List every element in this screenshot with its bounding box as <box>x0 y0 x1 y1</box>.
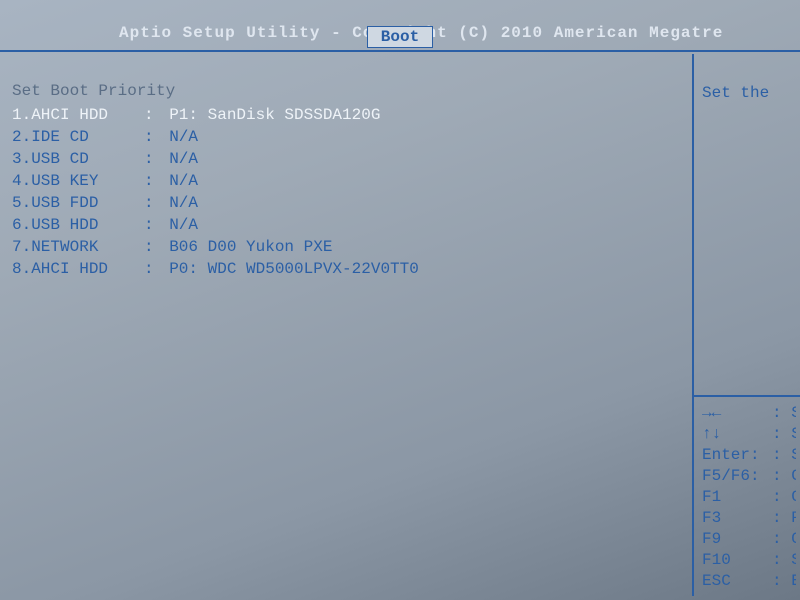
bios-screen: Aptio Setup Utility - Copyright (C) 2010… <box>0 0 800 600</box>
boot-row-label: 4.USB KEY <box>12 170 144 192</box>
separator: : <box>772 508 791 529</box>
side-help-text: Set the <box>694 54 800 104</box>
boot-row-label: 5.USB FDD <box>12 192 144 214</box>
key-name: ESC <box>702 571 772 592</box>
boot-row-label: 6.USB HDD <box>12 214 144 236</box>
separator: : <box>772 487 791 508</box>
separator: : <box>772 529 791 550</box>
boot-row-1[interactable]: 1.AHCI HDD: P1: SanDisk SDSSDA120G <box>12 104 674 126</box>
boot-row-8[interactable]: 8.AHCI HDD: P0: WDC WD5000LPVX-22V0TT0 <box>12 258 674 280</box>
separator: : <box>772 403 791 424</box>
boot-row-label: 8.AHCI HDD <box>12 258 144 280</box>
key-desc: Op <box>791 529 796 550</box>
boot-row-2[interactable]: 2.IDE CD: N/A <box>12 126 674 148</box>
boot-row-6[interactable]: 6.USB HDD: N/A <box>12 214 674 236</box>
separator: : <box>772 466 791 487</box>
separator: : <box>144 126 169 148</box>
boot-row-value: P1: SanDisk SDSSDA120G <box>169 104 380 126</box>
separator: : <box>144 192 169 214</box>
key-name: F10 <box>702 550 772 571</box>
boot-row-7[interactable]: 7.NETWORK: B06 D00 Yukon PXE <box>12 236 674 258</box>
key-legend: →←: S↑↓: SEnter:: SeF5/F6:: ChF1: GeF3: … <box>694 395 800 592</box>
boot-row-label: 7.NETWORK <box>12 236 144 258</box>
main-pane: Set Boot Priority 1.AHCI HDD: P1: SanDis… <box>6 54 686 596</box>
key-desc: Ge <box>791 487 796 508</box>
separator: : <box>772 445 791 466</box>
key-row: F9: Op <box>702 529 796 550</box>
boot-priority-list[interactable]: 1.AHCI HDD: P1: SanDisk SDSSDA120G2.IDE … <box>12 104 674 280</box>
separator: : <box>772 424 791 445</box>
boot-row-value: B06 D00 Yukon PXE <box>169 236 332 258</box>
boot-row-value: N/A <box>169 214 198 236</box>
boot-row-value: P0: WDC WD5000LPVX-22V0TT0 <box>169 258 419 280</box>
key-name: F1 <box>702 487 772 508</box>
boot-row-value: N/A <box>169 192 198 214</box>
key-row: F5/F6:: Ch <box>702 466 796 487</box>
key-name: F3 <box>702 508 772 529</box>
tab-bar: Boot <box>0 26 800 48</box>
boot-row-value: N/A <box>169 148 198 170</box>
key-desc: Se <box>791 445 796 466</box>
key-row: →←: S <box>702 403 796 424</box>
key-name: F9 <box>702 529 772 550</box>
key-row: Enter:: Se <box>702 445 796 466</box>
separator: : <box>144 104 169 126</box>
boot-row-label: 2.IDE CD <box>12 126 144 148</box>
boot-row-value: N/A <box>169 170 198 192</box>
separator: : <box>772 550 791 571</box>
key-desc: Ex <box>791 571 796 592</box>
key-desc: S <box>791 403 796 424</box>
boot-row-3[interactable]: 3.USB CD: N/A <box>12 148 674 170</box>
boot-row-5[interactable]: 5.USB FDD: N/A <box>12 192 674 214</box>
key-desc: Pr <box>791 508 796 529</box>
separator: : <box>144 236 169 258</box>
key-row: F3: Pr <box>702 508 796 529</box>
key-row: F1: Ge <box>702 487 796 508</box>
separator: : <box>144 214 169 236</box>
key-desc: Sa <box>791 550 796 571</box>
key-row: F10: Sa <box>702 550 796 571</box>
separator: : <box>144 170 169 192</box>
key-name: Enter: <box>702 445 772 466</box>
key-name: F5/F6: <box>702 466 772 487</box>
boot-row-label: 1.AHCI HDD <box>12 104 144 126</box>
section-title: Set Boot Priority <box>12 82 674 100</box>
separator: : <box>144 258 169 280</box>
side-pane: Set the →←: S↑↓: SEnter:: SeF5/F6:: ChF1… <box>692 54 800 596</box>
boot-row-label: 3.USB CD <box>12 148 144 170</box>
tab-boot[interactable]: Boot <box>367 26 433 48</box>
key-desc: Ch <box>791 466 796 487</box>
key-name: ↑↓ <box>702 424 772 445</box>
key-row: ↑↓: S <box>702 424 796 445</box>
boot-row-4[interactable]: 4.USB KEY: N/A <box>12 170 674 192</box>
key-desc: S <box>791 424 796 445</box>
key-name: →← <box>702 403 772 424</box>
key-row: ESC: Ex <box>702 571 796 592</box>
separator: : <box>144 148 169 170</box>
separator: : <box>772 571 791 592</box>
boot-row-value: N/A <box>169 126 198 148</box>
